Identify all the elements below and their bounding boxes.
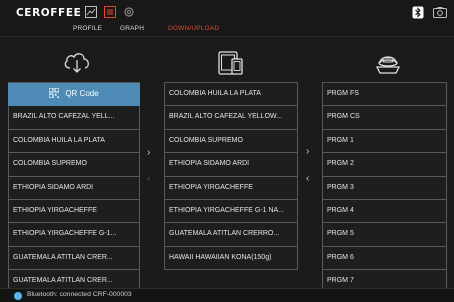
list-item[interactable]: ETHIOPIA SIDAMO ARDI	[164, 153, 298, 177]
qr-code-icon	[49, 87, 60, 98]
list-item[interactable]: ETHIOPIA YIRGACHEFFE G-1 NA...	[164, 199, 298, 224]
arrow-right-icon[interactable]: ›	[147, 147, 150, 158]
list-item[interactable]: COLOMBIA SUPREMO	[8, 153, 140, 177]
tab-profile[interactable]: PROFILE	[73, 25, 102, 32]
arrow-right-icon[interactable]: ›	[306, 146, 309, 157]
program-item[interactable]: PRGM 3	[322, 176, 447, 200]
list-item[interactable]: GUATEMALA ATITLAN CRERRO...	[164, 223, 298, 247]
program-item[interactable]: PRGM 6	[322, 246, 447, 271]
list-item[interactable]: COLOMBIA HUILA LA PLATA	[164, 83, 298, 107]
graph-icon[interactable]	[85, 6, 97, 18]
list-item[interactable]: HAWAII HAWAIIAN KONA(150g)	[164, 246, 298, 271]
list-item[interactable]: ETHIOPIA YIRGACHEFFE	[164, 176, 298, 200]
list-item[interactable]: ETHIOPIA YIRGACHEFFE G-1...	[8, 223, 140, 247]
program-list: PRGM FS PRGM CS PRGM 1 PRGM 2 PRGM 3 PRG…	[322, 82, 447, 294]
status-bar: Bluetooth: connected CRF-000003	[0, 288, 454, 302]
list-item[interactable]: BRAZIL ALTO CAFEZAL YELLOW...	[164, 106, 298, 130]
list-item[interactable]: COLOMBIA HUILA LA PLATA	[8, 129, 140, 154]
arrow-left-icon[interactable]: ‹	[306, 173, 309, 184]
tab-graph[interactable]: GRAPH	[120, 25, 144, 32]
camera-icon[interactable]	[433, 6, 447, 19]
qr-code-button[interactable]: QR Code	[8, 83, 140, 107]
program-item[interactable]: PRGM 2	[322, 153, 447, 177]
top-bar: CEROFFEE PROFILE GRAPH DOWN/UPLOAD	[0, 0, 454, 37]
tab-down-upload[interactable]: DOWN/UPLOAD	[168, 25, 219, 32]
gear-icon[interactable]	[123, 6, 135, 18]
program-item[interactable]: PRGM FS	[322, 83, 447, 107]
list-item[interactable]: ETHIOPIA YIRGACHEFFE	[8, 199, 140, 224]
qr-code-list: QR Code BRAZIL ALTO CAFEZAL YELL... COLO…	[8, 82, 140, 294]
program-item[interactable]: PRGM CS	[322, 106, 447, 130]
program-item[interactable]: PRGM 5	[322, 223, 447, 247]
arrow-left-icon[interactable]: ‹	[147, 173, 150, 184]
cloud-download-icon	[64, 53, 89, 73]
roaster-icon	[375, 56, 401, 74]
app-logo: CEROFFEE	[16, 7, 82, 19]
device-list: COLOMBIA HUILA LA PLATA BRAZIL ALTO CAFE…	[164, 82, 298, 271]
program-item[interactable]: PRGM 1	[322, 129, 447, 154]
list-item[interactable]: COLOMBIA SUPREMO	[164, 129, 298, 154]
status-text: Bluetooth: connected CRF-000003	[27, 291, 132, 298]
bluetooth-icon[interactable]	[412, 6, 424, 19]
list-item[interactable]: BRAZIL ALTO CAFEZAL YELL...	[8, 106, 140, 130]
qr-code-label: QR Code	[65, 89, 99, 98]
list-item[interactable]: ETHIOPIA SIDAMO ARDI	[8, 176, 140, 200]
list-item[interactable]: GUATEMALA ATITLAN CRER...	[8, 246, 140, 271]
program-item[interactable]: PRGM 4	[322, 199, 447, 224]
list-icon[interactable]	[104, 6, 116, 18]
tablet-device-icon	[218, 51, 243, 75]
bluetooth-status-icon	[14, 292, 22, 300]
